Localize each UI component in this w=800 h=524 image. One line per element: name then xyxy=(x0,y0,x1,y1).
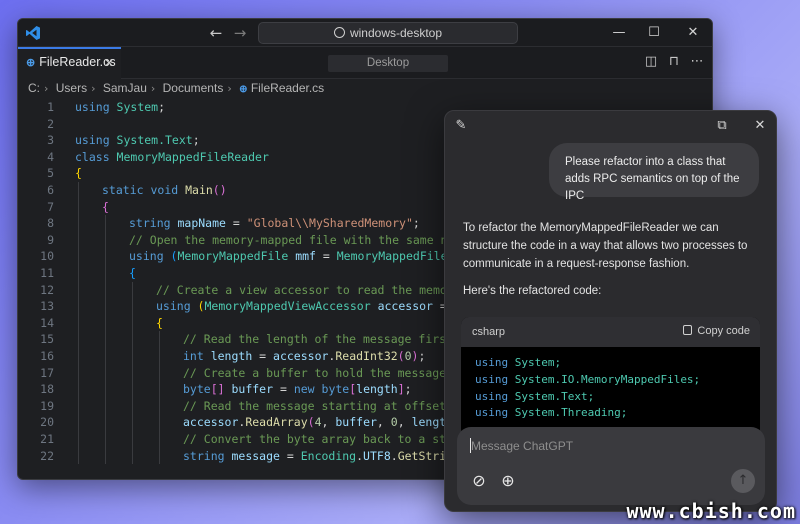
code-text: using (MemoryMappedViewAccessor accessor… xyxy=(156,299,475,314)
split-editor-icon[interactable]: ◫ xyxy=(642,53,660,71)
code-text: byte[] buffer = new byte[length]; xyxy=(183,382,412,397)
code-text: using System.Text; xyxy=(75,133,200,148)
web-search-globe-icon[interactable]: ⊕ xyxy=(496,469,520,493)
copy-code-button[interactable]: Copy code xyxy=(683,325,750,337)
message-input[interactable] xyxy=(471,436,741,456)
close-panel-icon[interactable]: ✕ xyxy=(751,117,769,135)
code-block-line: using System.Text; xyxy=(475,389,595,403)
minimize-icon[interactable]: — xyxy=(608,23,630,43)
line-number: 5 xyxy=(47,166,54,181)
line-number: 1 xyxy=(47,100,54,114)
code-block-line: using System.Threading; xyxy=(475,406,628,420)
code-text: class MemoryMappedFileReader xyxy=(75,149,269,164)
title-bar: ← → windows-desktop — ☐ ✕ xyxy=(18,19,712,47)
code-text: // Convert the byte array back to a stri… xyxy=(183,432,474,446)
code-block-line: using System.IO.MemoryMappedFiles; xyxy=(475,372,701,386)
breadcrumb-item[interactable]: Users xyxy=(56,81,87,95)
companion-window-icon[interactable]: ⧉ xyxy=(713,117,731,135)
back-arrow-icon[interactable]: ← xyxy=(206,23,226,43)
send-button[interactable]: ↑ xyxy=(731,469,755,493)
line-number: 22 xyxy=(40,448,54,463)
line-number: 13 xyxy=(40,299,54,314)
line-number: 19 xyxy=(40,398,54,413)
more-actions-icon[interactable]: ⋯ xyxy=(688,53,706,71)
code-text: // Read the length of the message first xyxy=(183,332,454,347)
line-number: 21 xyxy=(40,432,54,446)
line-number: 3 xyxy=(47,133,54,148)
breadcrumb-item[interactable]: C: xyxy=(28,81,40,95)
code-block: csharp Copy code using System; using Sys… xyxy=(461,317,760,437)
copy-code-label: Copy code xyxy=(697,325,750,337)
close-window-icon[interactable]: ✕ xyxy=(682,23,704,43)
line-number: 7 xyxy=(47,199,54,214)
code-text: // Create a view accessor to read the me… xyxy=(156,282,461,297)
code-text: // Read the message starting at offset 4 xyxy=(183,398,460,413)
desktop-label: Desktop xyxy=(328,55,448,72)
breadcrumb-item[interactable]: SamJau xyxy=(103,81,147,95)
csharp-file-icon: ⊕ xyxy=(26,57,36,69)
line-number: 8 xyxy=(47,216,54,231)
line-number: 10 xyxy=(40,249,54,264)
assistant-intro: Here's the refactored code: xyxy=(463,285,602,297)
code-text: { xyxy=(156,315,163,330)
command-search-box[interactable]: windows-desktop xyxy=(258,22,518,44)
line-number: 12 xyxy=(40,282,54,297)
line-number: 15 xyxy=(40,332,54,347)
lock-icon[interactable]: ⊓ xyxy=(665,53,683,71)
line-number: 17 xyxy=(40,365,54,380)
copy-icon xyxy=(683,325,693,335)
message-composer: ⊘ ⊕ ↑ xyxy=(457,427,765,505)
code-text: string message = Encoding.UTF8.GetString xyxy=(183,448,460,463)
code-text: static void Main() xyxy=(102,183,227,197)
user-message: Please refactor into a class that adds R… xyxy=(549,143,759,202)
code-text: int length = accessor.ReadInt32(0); xyxy=(183,349,426,363)
line-number: 20 xyxy=(40,415,54,430)
close-tab-icon[interactable]: ✕ xyxy=(104,56,114,70)
line-number: 18 xyxy=(40,382,54,397)
breadcrumb-item[interactable]: Documents xyxy=(163,81,224,95)
line-number: 6 xyxy=(47,183,54,197)
attach-icon[interactable]: ⊘ xyxy=(467,469,491,493)
chatgpt-panel: ✎ ⧉ ✕ Please refactor into a class that … xyxy=(444,110,777,512)
watermark: www.cbish.com xyxy=(626,499,796,523)
code-text: { xyxy=(102,199,109,214)
code-block-content: using System; using System.IO.MemoryMapp… xyxy=(475,355,700,422)
code-block-line: using System; xyxy=(475,356,562,369)
line-number: 16 xyxy=(40,349,54,363)
forward-arrow-icon[interactable]: → xyxy=(230,23,250,43)
code-text: accessor.ReadArray(4, buffer, 0, length xyxy=(183,415,454,430)
code-text: { xyxy=(75,166,82,181)
search-box-text: windows-desktop xyxy=(349,26,443,40)
send-arrow-icon: ↑ xyxy=(737,473,749,488)
code-text: using System; xyxy=(75,100,172,114)
code-block-header: csharp Copy code xyxy=(461,317,760,347)
new-chat-icon[interactable]: ✎ xyxy=(452,117,470,135)
line-number: 2 xyxy=(47,116,54,131)
vscode-logo-icon xyxy=(26,26,40,40)
code-language-label: csharp xyxy=(472,326,506,338)
tab-bar: ⊕ FileReader.cs ✕ Desktop ◫ ⊓ ⋯ xyxy=(18,47,712,79)
csharp-file-icon: ⊕ xyxy=(239,84,248,95)
breadcrumb-item[interactable]: FileReader.cs xyxy=(251,81,324,95)
tab-filereader[interactable]: ⊕ FileReader.cs ✕ xyxy=(18,47,121,79)
line-number: 4 xyxy=(47,149,54,164)
code-text: string mapName = "Global\\MySharedMemory… xyxy=(129,216,420,231)
line-number: 9 xyxy=(47,232,54,247)
code-text: // Create a buffer to hold the message xyxy=(183,365,447,380)
line-number: 14 xyxy=(40,315,54,330)
assistant-paragraph: To refactor the MemoryMappedFileReader w… xyxy=(463,222,748,270)
maximize-icon[interactable]: ☐ xyxy=(643,23,665,43)
search-icon xyxy=(333,27,345,38)
code-text: { xyxy=(129,266,136,280)
code-text: // Open the memory-mapped file with the … xyxy=(129,232,469,247)
line-number: 11 xyxy=(40,266,54,280)
